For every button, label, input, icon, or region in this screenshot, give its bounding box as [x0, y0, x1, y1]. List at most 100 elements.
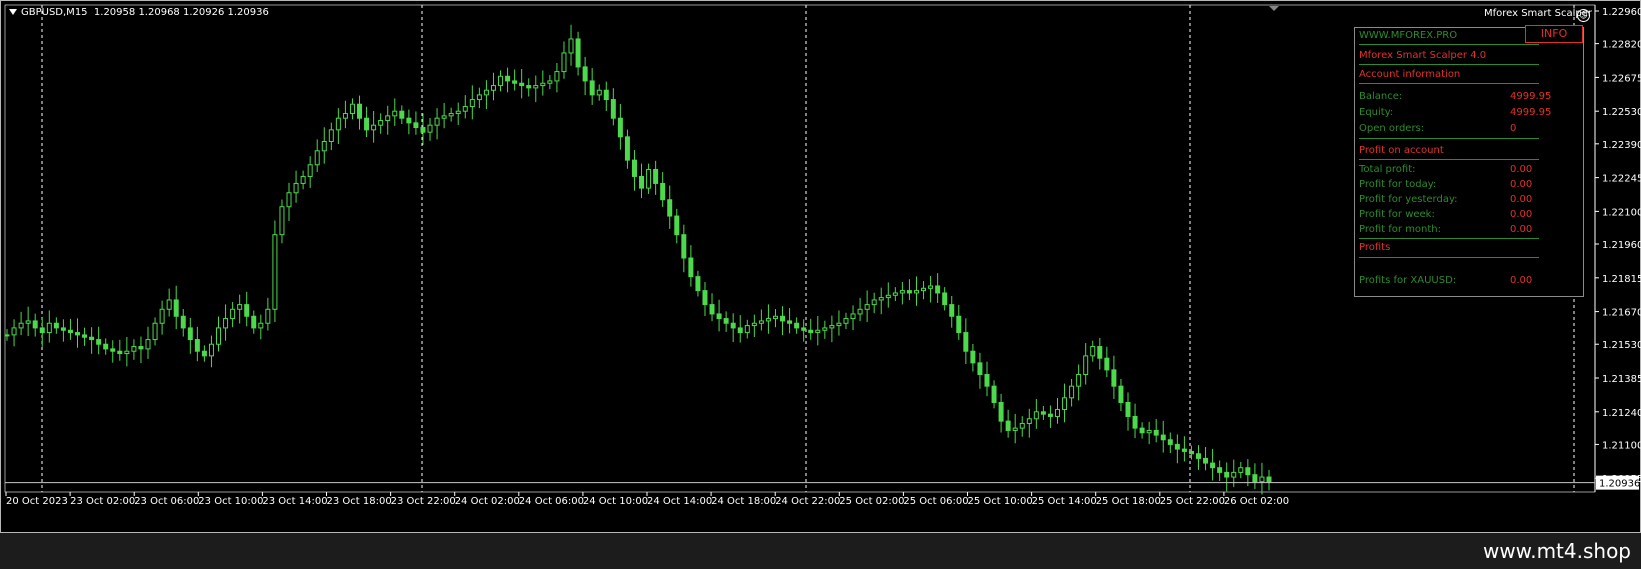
candle-body	[286, 192, 292, 208]
candle-body	[1097, 346, 1103, 359]
candle-body	[145, 339, 151, 350]
candle-body	[906, 290, 912, 294]
candle-body	[251, 315, 257, 329]
candle-body	[928, 285, 934, 289]
candle-body	[216, 327, 222, 345]
symbol-header: GBPUSD,M15 1.20958 1.20968 1.20926 1.209…	[9, 7, 269, 18]
x-tick-label: 23 Oct 18:00	[327, 496, 392, 507]
candle-body	[413, 122, 419, 129]
candle-body	[871, 299, 877, 306]
candle-body	[1174, 443, 1180, 450]
account-heading: Account information	[1359, 69, 1461, 80]
candle-body	[758, 320, 764, 324]
equity-value: 4999.95	[1510, 107, 1552, 118]
candle-body	[1083, 355, 1089, 376]
candle-body	[1139, 427, 1145, 434]
y-tick-label: 1.22530	[1602, 107, 1641, 118]
candle-body	[716, 313, 722, 320]
candle-body	[4, 334, 10, 337]
candle-body	[674, 215, 680, 236]
candle-body	[688, 257, 694, 278]
candle-body	[970, 350, 976, 364]
candle-body	[1210, 462, 1216, 469]
profits-heading: Profits	[1359, 242, 1391, 253]
profit-yesterday-value: 0.00	[1510, 194, 1533, 205]
candle-body	[25, 320, 31, 324]
candle-body	[103, 343, 109, 350]
candle-body	[653, 168, 659, 184]
y-tick-label: 1.21530	[1602, 340, 1641, 351]
candle-body	[138, 346, 144, 350]
candle-body	[998, 401, 1004, 422]
candle-body	[237, 304, 243, 310]
candle-body	[942, 292, 948, 306]
open-orders-label: Open orders:	[1359, 123, 1425, 134]
candle-body	[956, 315, 962, 334]
candle-body	[448, 113, 454, 117]
y-tick-label: 1.22390	[1602, 140, 1641, 151]
candle-body	[681, 234, 687, 259]
candle-body	[1252, 474, 1258, 483]
total-profit-value: 0.00	[1510, 164, 1533, 175]
candle-body	[342, 113, 348, 119]
symbol-label: GBPUSD,M15	[21, 7, 88, 18]
x-tick-label: 24 Oct 14:00	[647, 496, 712, 507]
profit-month-value: 0.00	[1510, 224, 1533, 235]
x-tick-label: 25 Oct 22:00	[1160, 496, 1225, 507]
divider	[1359, 257, 1539, 258]
candle-body	[589, 80, 595, 96]
info-button[interactable]: INFO	[1525, 25, 1583, 43]
candle-body	[67, 329, 73, 334]
candle-body	[794, 322, 800, 329]
candle-body	[349, 103, 355, 115]
candle-body	[519, 82, 525, 87]
candle-body	[1005, 420, 1011, 431]
candle-body	[434, 117, 440, 126]
xau-profit-value: 0.00	[1510, 275, 1533, 286]
candle-body	[166, 299, 172, 310]
candle-body	[977, 362, 983, 376]
panel-title: Mforex Smart Scalper 4.0	[1359, 50, 1487, 61]
x-tick-label: 23 Oct 02:00	[70, 496, 135, 507]
candle-body	[772, 315, 778, 320]
candle-body	[639, 175, 645, 189]
candle-body	[314, 150, 320, 166]
candle-body	[603, 89, 609, 101]
dropdown-triangle-icon[interactable]	[9, 9, 17, 15]
candle-body	[1146, 429, 1152, 434]
x-tick-label: 23 Oct 06:00	[134, 496, 199, 507]
candle-body	[187, 327, 193, 341]
candle-body	[617, 117, 623, 138]
y-tick-label: 1.21100	[1602, 440, 1641, 451]
candle-body	[1203, 457, 1209, 464]
candle-body	[11, 327, 17, 336]
footer-bar: www.mt4.shop	[0, 533, 1641, 569]
candle-body	[829, 325, 835, 329]
divider	[1359, 159, 1539, 160]
candle-body	[1076, 374, 1082, 387]
x-tick-label: 24 Oct 22:00	[775, 496, 840, 507]
candle-body	[815, 329, 821, 334]
candle-body	[526, 85, 532, 89]
candle-body	[265, 308, 271, 324]
candle-body	[124, 350, 130, 355]
candle-body	[1259, 476, 1265, 483]
candle-body	[822, 327, 828, 331]
x-tick-label: 25 Oct 10:00	[968, 496, 1033, 507]
candle-body	[53, 322, 59, 329]
divider	[1359, 44, 1539, 45]
candle-body	[695, 276, 701, 292]
y-tick-label: 1.21240	[1602, 408, 1641, 419]
candle-body	[582, 66, 588, 82]
y-tick-label: 1.22820	[1602, 40, 1641, 51]
ea-name-label: Mforex Smart Scalper	[1483, 8, 1592, 19]
candle-body	[1238, 467, 1244, 473]
x-tick-label: 25 Oct 06:00	[903, 496, 968, 507]
y-tick-label: 1.21960	[1602, 240, 1641, 251]
candle-body	[1033, 411, 1039, 420]
profit-week-value: 0.00	[1510, 209, 1533, 220]
candle-body	[152, 322, 158, 341]
candle-body	[1069, 385, 1075, 399]
x-tick-label: 24 Oct 10:00	[583, 496, 648, 507]
website-label: WWW.MFOREX.PRO	[1359, 30, 1458, 41]
